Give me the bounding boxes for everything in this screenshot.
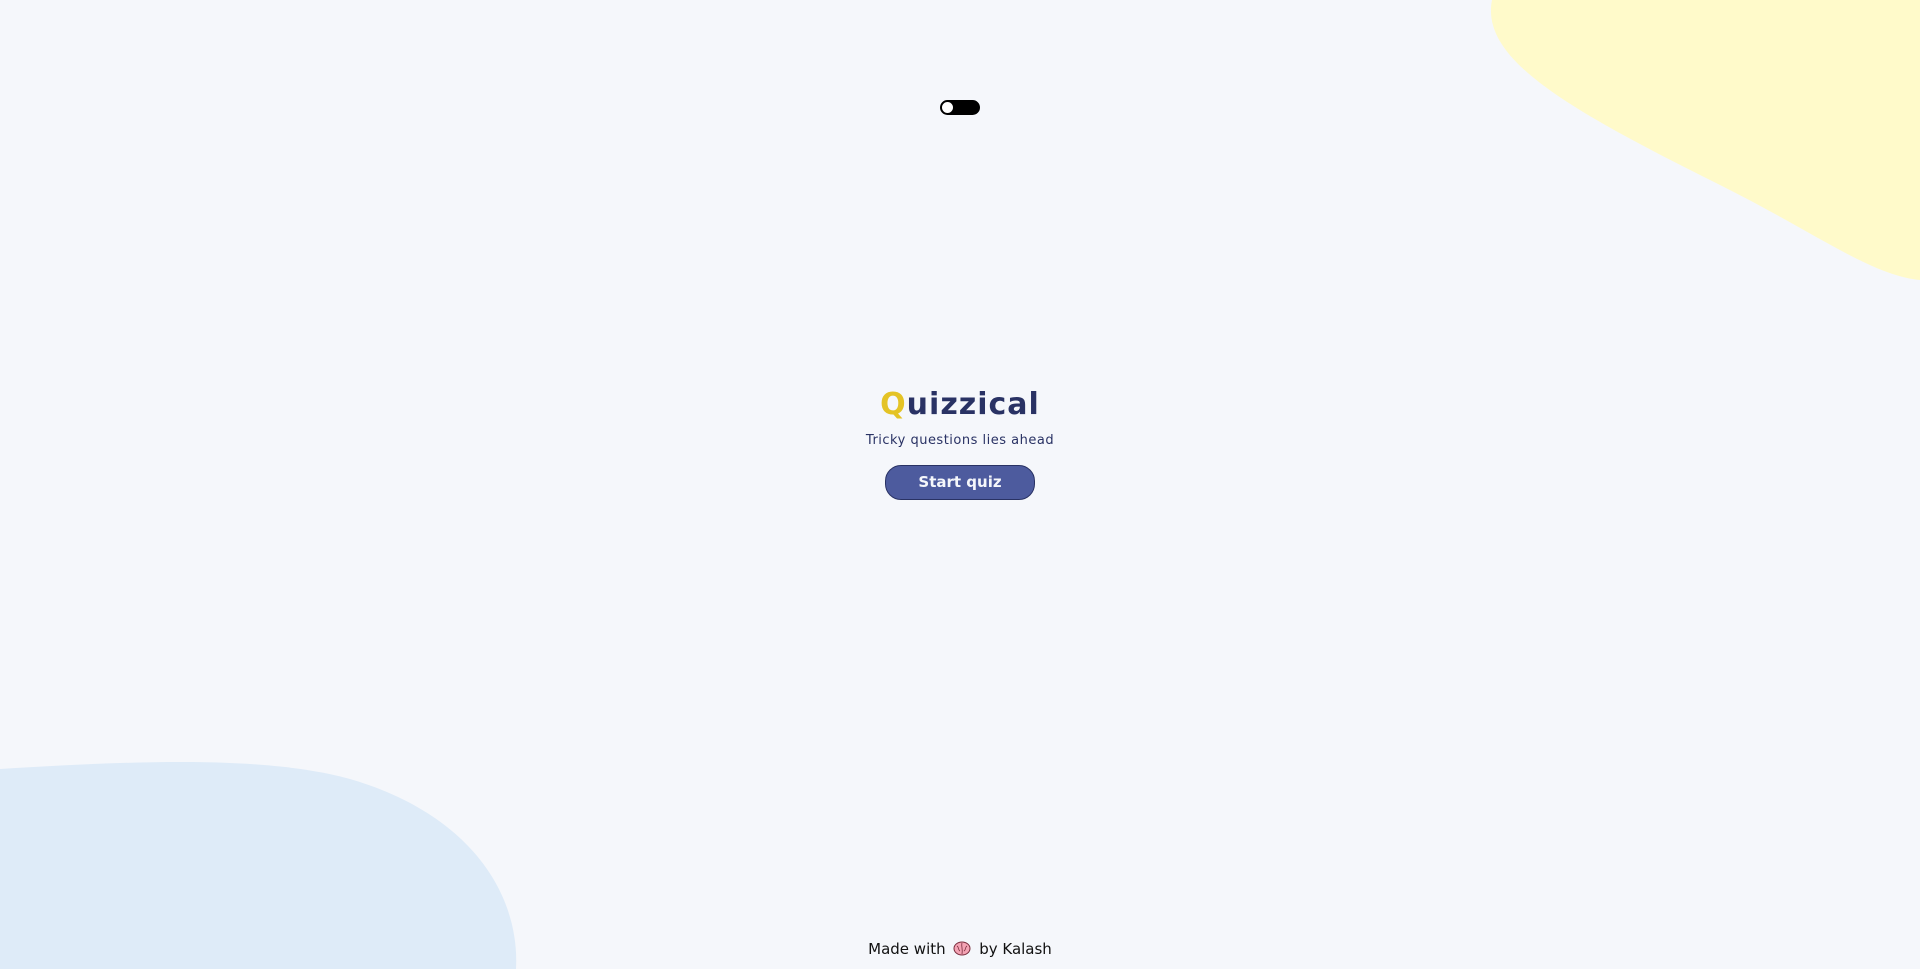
- page: Quizzical Tricky questions lies ahead St…: [0, 0, 1920, 969]
- footer-suffix: by Kalash: [979, 940, 1052, 958]
- decorative-blob-yellow: [1490, 0, 1920, 280]
- brain-icon: [953, 941, 971, 961]
- footer: Made with by Kalash: [0, 939, 1920, 961]
- start-quiz-button[interactable]: Start quiz: [885, 465, 1035, 500]
- hero: Quizzical Tricky questions lies ahead St…: [0, 384, 1920, 500]
- app-subtitle: Tricky questions lies ahead: [865, 433, 1055, 448]
- decorative-blob-blue: [0, 761, 517, 969]
- footer-prefix: Made with: [868, 940, 946, 958]
- theme-toggle[interactable]: [940, 100, 980, 115]
- app-title-rest: uizzical: [906, 387, 1040, 422]
- app-title: Quizzical: [0, 384, 1920, 426]
- theme-toggle-knob: [941, 101, 954, 114]
- app-title-accent-letter: Q: [880, 387, 907, 422]
